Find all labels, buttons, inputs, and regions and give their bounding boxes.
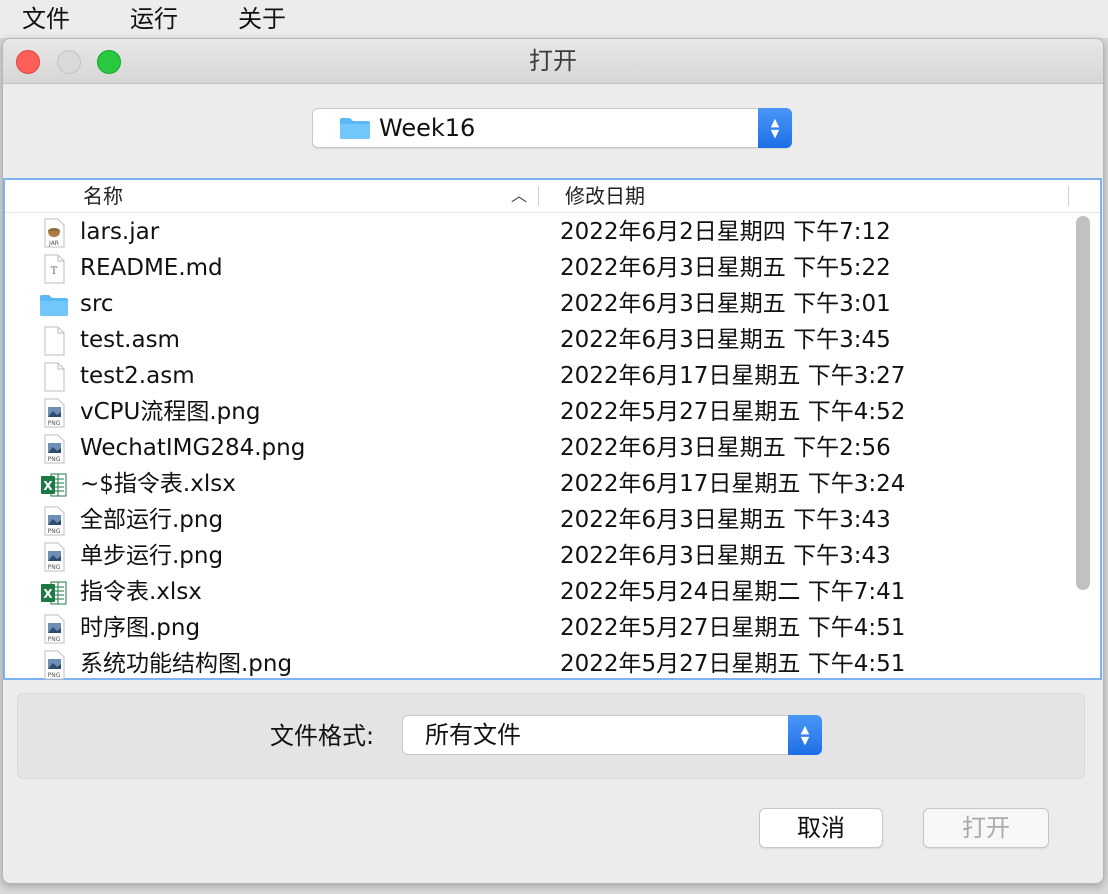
file-row[interactable]: PNG 时序图.png 2022年5月27日星期五 下午4:51 [5,610,1070,646]
png-file-icon: PNG [39,506,69,536]
file-modified-date: 2022年6月3日星期五 下午3:01 [560,291,891,317]
file-name: 系统功能结构图.png [80,651,293,677]
file-row[interactable]: PNG 系统功能结构图.png 2022年5月27日星期五 下午4:51 [5,646,1070,682]
menu-run[interactable]: 运行 [108,0,178,38]
file-name: test2.asm [80,363,195,389]
png-file-icon: PNG [39,614,69,644]
menu-bar: 文件 运行 关于 [0,0,1108,38]
file-modified-date: 2022年5月27日星期五 下午4:51 [560,651,906,677]
cancel-button[interactable]: 取消 [759,808,883,848]
column-divider [538,186,539,206]
location-label: Week16 [379,114,476,142]
file-row[interactable]: PNG 全部运行.png 2022年6月3日星期五 下午3:43 [5,502,1070,538]
file-rows: JAR lars.jar 2022年6月2日星期四 下午7:12 T README.md… [5,214,1070,682]
text-file-icon: T [39,254,69,284]
file-row[interactable]: X ~$指令表.xlsx 2022年6月17日星期五 下午3:24 [5,466,1070,502]
location-popup[interactable]: Week16 ▲ ▼ [312,108,792,148]
svg-text:PNG: PNG [48,564,61,571]
column-divider [1068,186,1069,206]
file-name: 时序图.png [80,615,201,641]
file-modified-date: 2022年5月27日星期五 下午4:52 [560,399,906,425]
svg-text:X: X [43,587,53,601]
column-header-date[interactable]: 修改日期 [565,180,645,212]
file-modified-date: 2022年6月3日星期五 下午2:56 [560,435,891,461]
blank-file-icon [39,362,69,392]
excel-file-icon: X [39,470,69,500]
svg-text:PNG: PNG [48,672,61,679]
png-file-icon: PNG [39,398,69,428]
open-dialog: 打开 Week16 ▲ ▼ 名称 ︿ 修改日期 JAR lars.jar 2022年… [2,38,1104,884]
file-modified-date: 2022年5月24日星期二 下午7:41 [560,579,906,605]
file-name: 指令表.xlsx [80,579,202,605]
file-row[interactable]: src 2022年6月3日星期五 下午3:01 [5,286,1070,322]
file-name: WechatIMG284.png [80,435,306,461]
file-row[interactable]: PNG 单步运行.png 2022年6月3日星期五 下午3:43 [5,538,1070,574]
file-name: vCPU流程图.png [80,399,261,425]
png-file-icon: PNG [39,434,69,464]
file-name: src [80,291,114,317]
file-name: README.md [80,255,223,281]
folder-icon [339,116,371,140]
file-modified-date: 2022年6月3日星期五 下午5:22 [560,255,891,281]
file-row[interactable]: X 指令表.xlsx 2022年5月24日星期二 下午7:41 [5,574,1070,610]
menu-file[interactable]: 文件 [0,0,70,38]
scrollbar-thumb[interactable] [1076,216,1090,590]
file-row[interactable]: test2.asm 2022年6月17日星期五 下午3:27 [5,358,1070,394]
file-name: test.asm [80,327,180,353]
svg-text:X: X [43,479,53,493]
excel-file-icon: X [39,578,69,608]
file-row[interactable]: T README.md 2022年6月3日星期五 下午5:22 [5,250,1070,286]
file-row[interactable]: test.asm 2022年6月3日星期五 下午3:45 [5,322,1070,358]
chevron-down-icon: ▼ [770,127,780,140]
file-modified-date: 2022年5月27日星期五 下午4:51 [560,615,906,641]
png-file-icon: PNG [39,650,69,680]
svg-text:T: T [51,266,58,277]
format-select[interactable]: 所有文件 ▲ ▼ [402,715,822,755]
blank-file-icon [39,326,69,356]
file-row[interactable]: JAR lars.jar 2022年6月2日星期四 下午7:12 [5,214,1070,250]
file-modified-date: 2022年6月3日星期五 下午3:45 [560,327,891,353]
file-modified-date: 2022年6月2日星期四 下午7:12 [560,219,891,245]
vertical-scrollbar[interactable] [1073,214,1095,676]
file-modified-date: 2022年6月3日星期五 下午3:43 [560,507,891,533]
jar-file-icon: JAR [39,218,69,248]
svg-text:PNG: PNG [48,456,61,463]
folder-icon [39,290,69,320]
file-name: lars.jar [80,219,160,245]
location-stepper[interactable]: ▲ ▼ [758,108,792,148]
menu-about[interactable]: 关于 [216,0,286,38]
format-stepper[interactable]: ▲ ▼ [788,715,822,755]
file-list[interactable]: 名称 ︿ 修改日期 JAR lars.jar 2022年6月2日星期四 下午7:12… [3,178,1102,680]
file-modified-date: 2022年6月17日星期五 下午3:27 [560,363,906,389]
png-file-icon: PNG [39,542,69,572]
column-header-name[interactable]: 名称 [83,180,123,212]
file-modified-date: 2022年6月17日星期五 下午3:24 [560,471,906,497]
svg-text:PNG: PNG [48,528,61,535]
file-name: 单步运行.png [80,543,224,569]
format-panel: 文件格式: 所有文件 ▲ ▼ [17,693,1085,779]
file-name: 全部运行.png [80,507,224,533]
file-row[interactable]: PNG vCPU流程图.png 2022年5月27日星期五 下午4:52 [5,394,1070,430]
file-name: ~$指令表.xlsx [80,471,236,497]
svg-text:PNG: PNG [48,636,61,643]
file-list-header: 名称 ︿ 修改日期 [5,180,1100,213]
format-value: 所有文件 [425,721,521,749]
open-button[interactable]: 打开 [923,808,1049,848]
svg-text:PNG: PNG [48,420,61,427]
file-row[interactable]: PNG WechatIMG284.png 2022年6月3日星期五 下午2:56 [5,430,1070,466]
dialog-title: 打开 [529,47,577,75]
title-bar: 打开 [3,39,1103,84]
sort-ascending-icon: ︿ [511,186,528,205]
chevron-down-icon: ▼ [800,734,810,747]
format-label: 文件格式: [270,722,375,750]
file-modified-date: 2022年6月3日星期五 下午3:43 [560,543,891,569]
svg-text:JAR: JAR [48,240,59,247]
